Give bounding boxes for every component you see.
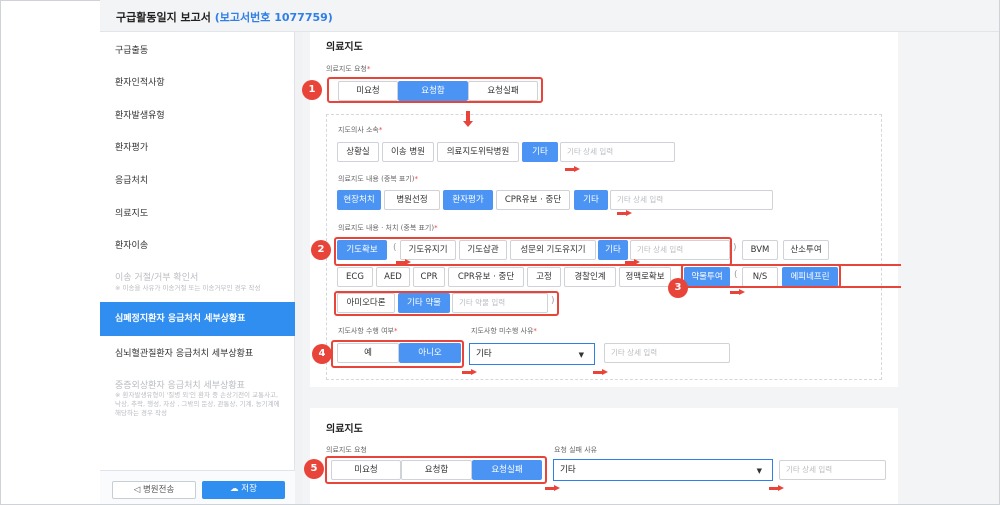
sidebar-item-occurrence-type[interactable]: 환자발생유형	[100, 108, 295, 121]
sidebar-item-cardiac-arrest[interactable]: 심폐정지환자 응급처치 세부상황표	[100, 302, 295, 336]
annotation-arrow	[617, 210, 632, 217]
bracket-close: )	[733, 243, 737, 253]
sidebar-scrollbar[interactable]	[295, 32, 302, 504]
annotation-arrow	[769, 485, 784, 492]
annotation-badge-1: 1	[302, 80, 322, 100]
cpr-withhold-button[interactable]: CPR유보 · 중단	[448, 267, 524, 287]
fail-reason-select[interactable]: 기타 ▼	[553, 459, 773, 481]
doctor-other-input[interactable]: 기타 상세 입력	[560, 142, 675, 162]
sidebar: 구급출동 환자인적사항 환자발생유형 환자평가 응급처치 의료지도 환자이송 이…	[100, 32, 295, 504]
content-label: 의료지도 내용 (중복 표기)*	[338, 175, 419, 183]
fail-reason-other-input[interactable]: 기타 상세 입력	[779, 460, 886, 480]
annotation-badge-5: 5	[304, 459, 324, 479]
content-hospital-select-button[interactable]: 병원선정	[384, 190, 440, 210]
annotation-box-3	[681, 264, 841, 288]
annotation-badge-4: 4	[312, 344, 332, 364]
sidebar-item-cardiovascular[interactable]: 심뇌혈관질환자 응급처치 세부상황표	[100, 346, 295, 359]
doctor-label: 지도의사 소속*	[338, 126, 383, 134]
content-cpr-withhold-button[interactable]: CPR유보 · 중단	[496, 190, 570, 210]
treatment-label: 의료지도 내용 · 처치 (중복 표기)*	[338, 224, 438, 232]
annotation-box-1	[327, 77, 543, 103]
police-handover-button[interactable]: 경찰인계	[564, 267, 616, 287]
oxygen-button[interactable]: 산소투여	[783, 240, 829, 260]
doctor-transport-hospital-button[interactable]: 이송 병원	[382, 142, 434, 162]
save-button[interactable]: ☁ 저장	[202, 481, 285, 499]
doctor-other-button[interactable]: 기타	[522, 142, 558, 162]
cloud-upload-icon: ☁	[230, 484, 239, 494]
request-label-2: 의료지도 요청	[326, 446, 367, 454]
sidebar-item-refusal[interactable]: 이송 거절/거부 확인서	[100, 270, 295, 283]
annotation-arrow	[565, 166, 580, 173]
sidebar-item-first-aid[interactable]: 응급처치	[100, 173, 295, 186]
annotation-box-3b	[334, 291, 559, 316]
ecg-button[interactable]: ECG	[337, 267, 373, 287]
dropdown-caret-icon: ▼	[578, 351, 584, 359]
reason-other-input[interactable]: 기타 상세 입력	[604, 343, 730, 363]
request-label: 의료지도 요청*	[326, 65, 371, 73]
dropdown-caret-icon: ▼	[756, 467, 762, 475]
annotation-arrow	[545, 485, 560, 492]
content-onsite-button[interactable]: 현장처치	[337, 190, 381, 210]
sidebar-item-assessment[interactable]: 환자평가	[100, 140, 295, 153]
iv-access-button[interactable]: 정맥로확보	[619, 267, 671, 287]
doctor-entrusted-hospital-button[interactable]: 의료지도위탁병원	[437, 142, 519, 162]
content-other-input[interactable]: 기타 상세 입력	[610, 190, 773, 210]
cpr-button[interactable]: CPR	[413, 267, 445, 287]
annotation-arrow-down	[463, 111, 473, 127]
annotation-badge-3: 3	[668, 278, 688, 298]
fail-reason-label: 요청 실패 사유	[554, 446, 598, 454]
sidebar-note-refusal: ※ 이송을 사유가 이송거절 또는 이송거부인 경우 작성	[115, 284, 261, 292]
sidebar-item-medical-direction[interactable]: 의료지도	[100, 206, 295, 219]
content-assessment-button[interactable]: 환자평가	[443, 190, 493, 210]
aed-button[interactable]: AED	[376, 267, 410, 287]
content-other-button[interactable]: 기타	[574, 190, 608, 210]
reason-label: 지도사항 미수행 사유*	[471, 327, 537, 335]
annotation-arrow	[625, 259, 640, 266]
reason-select[interactable]: 기타 ▼	[469, 343, 595, 365]
bvm-button[interactable]: BVM	[742, 240, 778, 260]
section-title: 의료지도	[326, 42, 363, 53]
sidebar-item-dispatch[interactable]: 구급출동	[100, 43, 295, 56]
transfer-button[interactable]: ◁ 병원전송	[112, 481, 196, 499]
annotation-arrow	[593, 369, 608, 376]
doctor-control-room-button[interactable]: 상황실	[337, 142, 379, 162]
send-icon: ◁	[133, 485, 141, 495]
annotation-badge-2: 2	[311, 240, 331, 260]
perform-label: 지도사항 수행 여부*	[338, 327, 398, 335]
section-title-2: 의료지도	[326, 424, 363, 435]
fixation-button[interactable]: 고정	[527, 267, 561, 287]
annotation-arrow	[396, 259, 411, 266]
page-title: 구급활동일지 보고서 (보고서번호 1077759)	[116, 11, 333, 24]
annotation-arrow	[462, 369, 477, 376]
report-header: 구급활동일지 보고서 (보고서번호 1077759)	[100, 0, 999, 32]
sidebar-item-transport[interactable]: 환자이송	[100, 238, 295, 251]
annotation-box-2	[334, 237, 732, 266]
sidebar-actions: ◁ 병원전송 ☁ 저장	[100, 470, 295, 504]
sidebar-item-severe-trauma[interactable]: 중증외상환자 응급처치 세부상황표	[100, 378, 295, 391]
report-number: (보고서번호 1077759)	[214, 11, 333, 24]
sidebar-note-trauma: ※ 환자발생유형이 '질병 외'인 환자 중 손상기전이 교통사고, 낙상, 추…	[115, 391, 280, 417]
annotation-box-4	[331, 340, 464, 368]
annotation-box-5	[325, 456, 547, 484]
annotation-arrow	[730, 289, 745, 296]
sidebar-item-patient-info[interactable]: 환자인적사항	[100, 75, 295, 88]
